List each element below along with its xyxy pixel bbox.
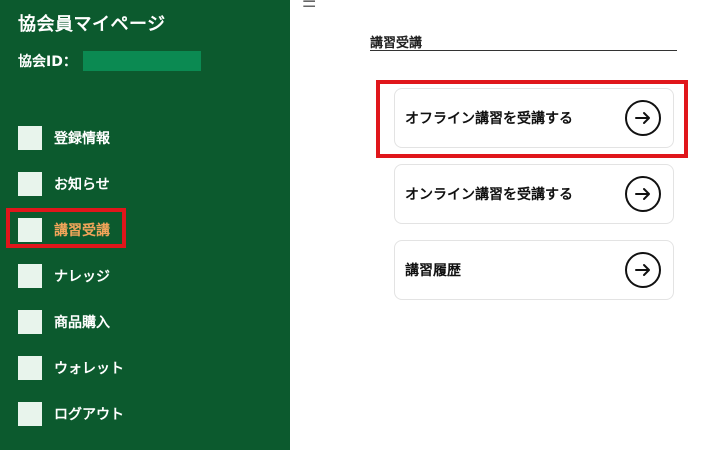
arrow-right-circle-icon (625, 252, 661, 288)
card-label: 講習履歴 (405, 263, 461, 279)
cart-icon (18, 310, 42, 334)
arrow-right-circle-icon (625, 176, 661, 212)
sidebar: 協会員マイページ 協会ID： 登録情報 お知らせ 講習受講 ナレッジ 商品購入 … (0, 0, 290, 450)
page-title: 講習受講 (370, 36, 423, 51)
sidebar-item-logout[interactable]: ログアウト (18, 402, 124, 426)
sidebar-item-knowledge[interactable]: ナレッジ (18, 264, 110, 288)
active-item-highlight (6, 208, 126, 248)
sidebar-item-wallet[interactable]: ウォレット (18, 356, 124, 380)
hamburger-menu-icon[interactable]: ☰ (302, 0, 316, 10)
card-label: オンライン講習を受講する (405, 187, 573, 203)
sidebar-item-label: ログアウト (54, 407, 124, 423)
registration-icon (18, 126, 42, 150)
member-id-label: 協会ID： (18, 54, 77, 70)
sidebar-item-label: ナレッジ (54, 269, 110, 285)
news-icon (18, 172, 42, 196)
wallet-icon (18, 356, 42, 380)
section-divider (370, 50, 677, 51)
course-history-card[interactable]: 講習履歴 (394, 240, 674, 300)
sidebar-item-purchase[interactable]: 商品購入 (18, 310, 110, 334)
offline-card-highlight (376, 80, 688, 158)
sidebar-item-label: 商品購入 (54, 315, 110, 331)
knowledge-icon (18, 264, 42, 288)
site-title: 協会員マイページ (18, 14, 166, 35)
sidebar-item-news[interactable]: お知らせ (18, 172, 110, 196)
member-id-row: 協会ID： (18, 51, 201, 71)
sidebar-item-label: お知らせ (54, 177, 110, 193)
sidebar-item-label: 登録情報 (54, 131, 110, 147)
logout-icon (18, 402, 42, 426)
member-id-value (82, 51, 201, 71)
sidebar-item-label: ウォレット (54, 361, 124, 377)
sidebar-item-registration[interactable]: 登録情報 (18, 126, 110, 150)
online-course-card[interactable]: オンライン講習を受講する (394, 164, 674, 224)
